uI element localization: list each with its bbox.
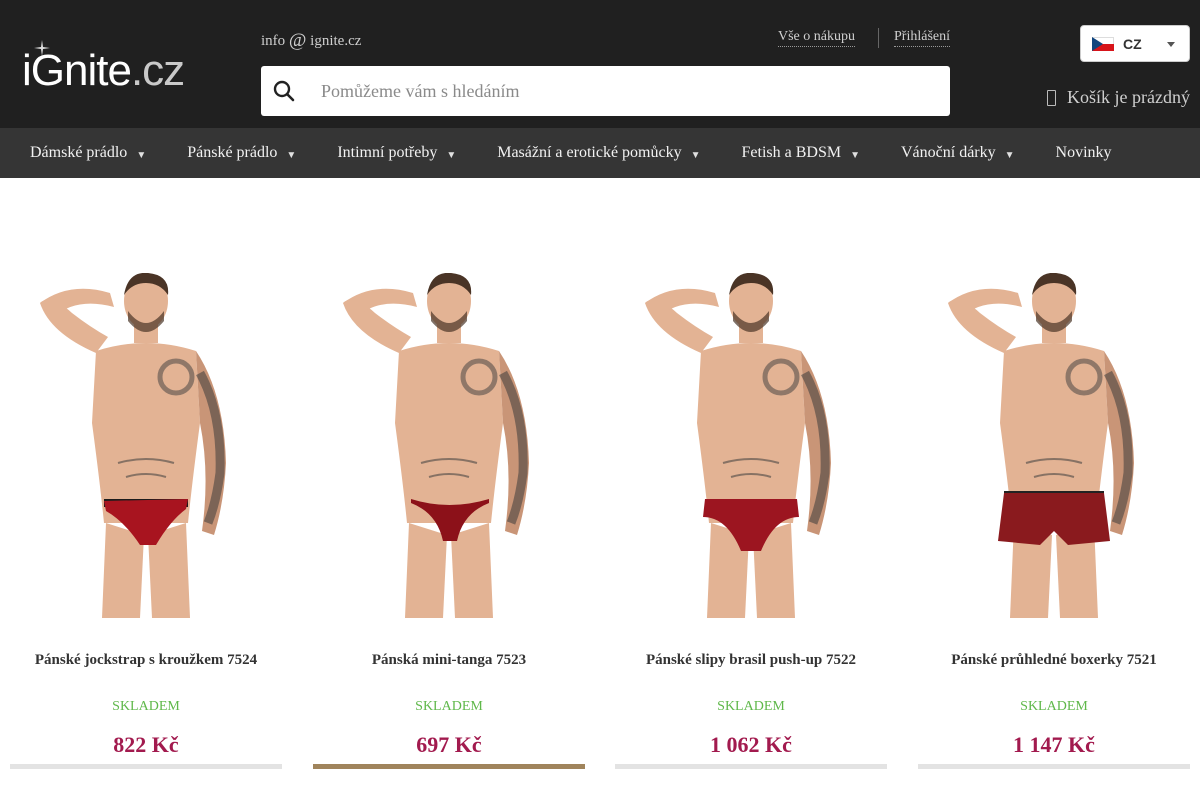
card-bottom-bar: [615, 764, 887, 769]
model-figure: [948, 273, 1134, 618]
cart-link[interactable]: Košík je prázdný: [1047, 87, 1190, 108]
nav-item-label: Intimní potřeby: [337, 144, 438, 161]
stock-status: SKLADEM: [717, 699, 785, 714]
caret-down-icon: ▼: [690, 149, 701, 161]
product-name[interactable]: Pánské slipy brasil push-up 7522: [615, 652, 887, 669]
site-header: iGnite.cz info @ ignite.cz Vše o nákupu …: [0, 0, 1200, 128]
about-shopping-link[interactable]: Vše o nákupu: [778, 29, 855, 47]
card-bottom-bar: [918, 764, 1190, 769]
boxer-garment: [998, 493, 1110, 545]
contact-email[interactable]: info @ ignite.cz: [261, 29, 361, 51]
nav-item-label: Novinky: [1055, 144, 1112, 161]
product-price: 822 Kč: [113, 732, 179, 757]
card-bottom-bar: [10, 764, 282, 769]
nav-item-intimate-supplies[interactable]: Intimní potřeby ▼: [337, 144, 456, 162]
login-link[interactable]: Přihlášení: [894, 29, 950, 47]
nav-item-christmas-gifts[interactable]: Vánoční dárky ▼: [901, 144, 1015, 162]
nav-item-massage-aids[interactable]: Masážní a erotické pomůcky ▼: [497, 144, 700, 162]
product-card[interactable]: Pánské slipy brasil push-up 7522 SKLADEM…: [615, 178, 887, 800]
caret-down-icon: ▼: [446, 149, 457, 161]
top-links: Vše o nákupu Přihlášení: [778, 28, 950, 48]
model-figure: [40, 273, 226, 618]
product-image[interactable]: [10, 273, 282, 618]
product-price: 1 147 Kč: [1013, 732, 1095, 757]
cart-label: Košík je prázdný: [1067, 87, 1190, 107]
logo-tld-text: .cz: [130, 46, 185, 95]
nav-item-label: Dámské prádlo: [30, 144, 128, 161]
language-select[interactable]: CZ: [1080, 25, 1190, 62]
nav-item-news[interactable]: Novinky: [1056, 144, 1112, 162]
product-name[interactable]: Pánské jockstrap s kroužkem 7524: [10, 652, 282, 669]
card-bottom-bar: [313, 764, 585, 769]
logo-text: iGnite.cz: [22, 46, 185, 96]
stock-status: SKLADEM: [1020, 699, 1088, 714]
product-name[interactable]: Pánská mini-tanga 7523: [313, 652, 585, 669]
caret-down-icon: ▼: [136, 149, 147, 161]
chevron-down-icon: [1167, 42, 1175, 47]
nav-item-label: Vánoční dárky: [900, 144, 996, 161]
product-image[interactable]: [313, 273, 585, 618]
search-box: [261, 66, 950, 116]
nav-item-mens-underwear[interactable]: Pánské prádlo ▼: [187, 144, 296, 162]
language-code: CZ: [1123, 35, 1142, 52]
nav-item-fetish-bdsm[interactable]: Fetish a BDSM ▼: [742, 144, 860, 162]
product-image[interactable]: [918, 273, 1190, 618]
caret-down-icon: ▼: [1004, 149, 1015, 161]
email-user: info: [261, 33, 286, 49]
product-card[interactable]: Pánská mini-tanga 7523 SKLADEM 697 Kč: [313, 178, 585, 800]
nav-item-label: Pánské prádlo: [187, 144, 278, 161]
cart-icon: [1047, 89, 1057, 106]
at-icon: @: [288, 30, 307, 51]
nav-item-womens-lingerie[interactable]: Dámské prádlo ▼: [30, 144, 146, 162]
site-logo[interactable]: iGnite.cz: [22, 40, 202, 100]
search-input[interactable]: [321, 66, 941, 116]
product-image[interactable]: [615, 273, 887, 618]
product-grid: Pánské jockstrap s kroužkem 7524 SKLADEM…: [0, 178, 1200, 800]
logo-main-text: iGnite: [22, 46, 132, 95]
model-figure: [343, 273, 529, 618]
product-card[interactable]: Pánské průhledné boxerky 7521 SKLADEM 1 …: [918, 178, 1190, 800]
nav-item-label: Fetish a BDSM: [741, 144, 842, 161]
main-nav: Dámské prádlo ▼ Pánské prádlo ▼ Intimní …: [0, 128, 1200, 178]
search-icon[interactable]: [273, 80, 295, 102]
product-card[interactable]: Pánské jockstrap s kroužkem 7524 SKLADEM…: [10, 178, 282, 800]
email-domain: ignite.cz: [310, 33, 362, 49]
model-figure: [645, 273, 831, 618]
stock-status: SKLADEM: [112, 699, 180, 714]
caret-down-icon: ▼: [286, 149, 297, 161]
caret-down-icon: ▼: [850, 149, 860, 161]
product-price: 1 062 Kč: [710, 732, 792, 757]
stock-status: SKLADEM: [415, 699, 483, 714]
product-name[interactable]: Pánské průhledné boxerky 7521: [918, 652, 1190, 669]
nav-item-label: Masážní a erotické pomůcky: [497, 144, 682, 161]
product-price: 697 Kč: [416, 732, 482, 757]
czech-flag-icon: [1092, 36, 1114, 51]
top-links-divider: [878, 28, 879, 48]
